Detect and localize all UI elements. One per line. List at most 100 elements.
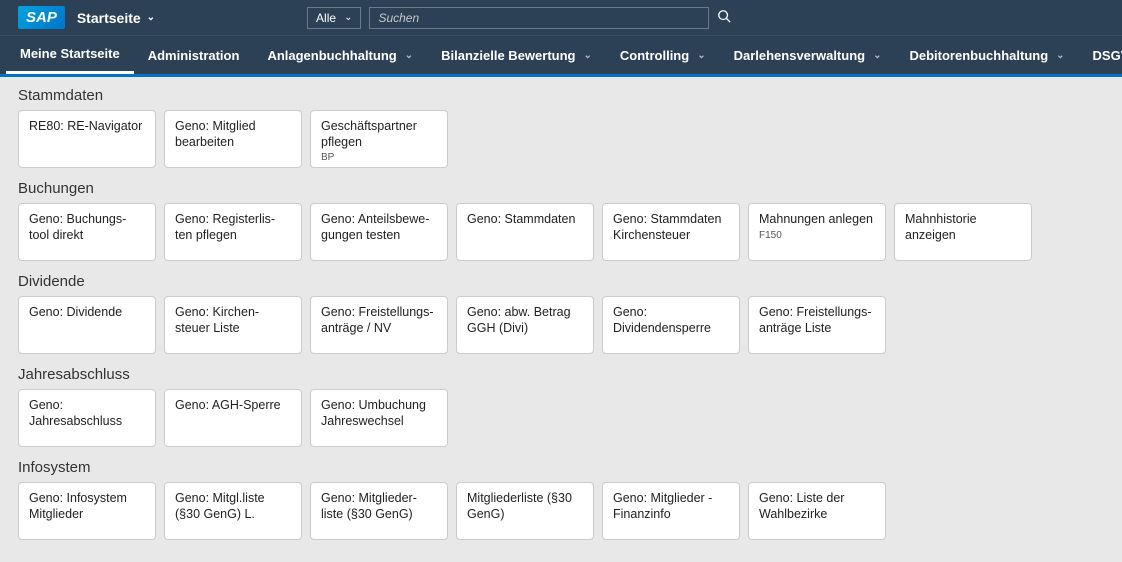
nav-item-label: Administration bbox=[148, 48, 240, 63]
main-nav: Meine Startseite Administration Anlagenbuc… bbox=[0, 35, 1122, 74]
tile[interactable]: Geno: Umbuchung Jahreswechsel bbox=[310, 389, 448, 447]
tile-title: Geno: abw. Betrag GGH (Divi) bbox=[467, 305, 583, 336]
section-title: Infosystem bbox=[18, 459, 1104, 476]
tile[interactable]: Mahnhistorie anzeigen bbox=[894, 203, 1032, 261]
tile[interactable]: Geno: Liste der Wahlbezirke bbox=[748, 482, 886, 540]
nav-item-5[interactable]: Darlehensverwaltung ⌄ bbox=[720, 38, 896, 73]
tile[interactable]: Geno: Registerlis-ten pflegen bbox=[164, 203, 302, 261]
section-title: Jahresabschluss bbox=[18, 366, 1104, 383]
nav-item-4[interactable]: Controlling ⌄ bbox=[606, 38, 720, 73]
tile[interactable]: Geno: Mitglied bearbeiten bbox=[164, 110, 302, 168]
tile[interactable]: Geno: Stammdaten bbox=[456, 203, 594, 261]
section-title: Buchungen bbox=[18, 180, 1104, 197]
home-button[interactable]: Startseite ⌄ bbox=[77, 10, 155, 26]
header-top: SAP Startseite ⌄ Alle ⌄ bbox=[0, 0, 1122, 35]
tile-group: RE80: RE-Navigator Geno: Mitglied bearbei… bbox=[18, 110, 1104, 168]
tile-title: Geno: Anteilsbewe-gungen testen bbox=[321, 212, 437, 243]
tile[interactable]: Geno: Infosystem Mitglieder bbox=[18, 482, 156, 540]
section-title: Dividende bbox=[18, 273, 1104, 290]
chevron-down-icon: ⌄ bbox=[147, 12, 155, 23]
chevron-down-icon: ⌄ bbox=[344, 12, 352, 23]
nav-item-label: Meine Startseite bbox=[20, 46, 120, 61]
tile-title: Geno: Registerlis-ten pflegen bbox=[175, 212, 291, 243]
tile[interactable]: Geno: Buchungs-tool direkt bbox=[18, 203, 156, 261]
section-2: Dividende Geno: Dividende Geno: Kirchen-st… bbox=[18, 273, 1104, 354]
tile[interactable]: Geno: Dividende bbox=[18, 296, 156, 354]
tile-title: Mitgliederliste (§30 GenG) bbox=[467, 491, 583, 522]
nav-item-label: Bilanzielle Bewertung bbox=[441, 48, 575, 63]
tile[interactable]: Mahnungen anlegen F150 bbox=[748, 203, 886, 261]
tile-title: Geno: Freistellungs-anträge / NV bbox=[321, 305, 437, 336]
home-label: Startseite bbox=[77, 10, 141, 26]
tile-title: Geschäftspartner pflegen bbox=[321, 119, 437, 150]
tile-title: Geno: Stammdaten bbox=[467, 212, 583, 228]
nav-item-label: Debitorenbuchhaltung bbox=[909, 48, 1048, 63]
chevron-down-icon: ⌄ bbox=[1056, 50, 1064, 61]
nav-item-6[interactable]: Debitorenbuchhaltung ⌄ bbox=[895, 38, 1078, 73]
tile[interactable]: Mitgliederliste (§30 GenG) bbox=[456, 482, 594, 540]
chevron-down-icon: ⌄ bbox=[873, 50, 881, 61]
tile[interactable]: Geno: abw. Betrag GGH (Divi) bbox=[456, 296, 594, 354]
tile[interactable]: Geschäftspartner pflegen BP bbox=[310, 110, 448, 168]
section-1: BuchungenGeno: Buchungs-tool direktGeno:… bbox=[18, 180, 1104, 261]
tile[interactable]: Geno: Freistellungs-anträge Liste bbox=[748, 296, 886, 354]
tile[interactable]: Geno: Mitglieder-liste (§30 GenG) bbox=[310, 482, 448, 540]
tile-title: Geno: Kirchen-steuer Liste bbox=[175, 305, 291, 336]
tile[interactable]: Geno: Jahresabschluss bbox=[18, 389, 156, 447]
sap-logo: SAP bbox=[18, 6, 65, 29]
section-title: Stammdaten bbox=[18, 87, 1104, 104]
app-header: SAP Startseite ⌄ Alle ⌄ Meine Startseite… bbox=[0, 0, 1122, 74]
tile-title: Geno: Mitglieder - Finanzinfo bbox=[613, 491, 729, 522]
tile-title: Geno: Mitgl.liste (§30 GenG) L. bbox=[175, 491, 291, 522]
nav-item-label: DSGVO bbox=[1093, 48, 1122, 63]
tile[interactable]: Geno: Freistellungs-anträge / NV bbox=[310, 296, 448, 354]
chevron-down-icon: ⌄ bbox=[405, 50, 413, 61]
tile[interactable]: Geno: Stammdaten Kirchensteuer bbox=[602, 203, 740, 261]
search-filter-label: Alle bbox=[316, 11, 336, 25]
tile-title: Geno: Jahresabschluss bbox=[29, 398, 145, 429]
tile-group: Geno: Infosystem Mitglieder Geno: Mitgl.l… bbox=[18, 482, 1104, 540]
tile-title: Geno: Stammdaten Kirchensteuer bbox=[613, 212, 729, 243]
tile-subtitle: BP bbox=[321, 152, 437, 163]
tile[interactable]: Geno: Anteilsbewe-gungen testen bbox=[310, 203, 448, 261]
tile-group: Geno: Jahresabschluss Geno: AGH-Sperre Gen… bbox=[18, 389, 1104, 447]
nav-item-label: Controlling bbox=[620, 48, 689, 63]
section-0: Stammdaten RE80: RE-Navigator Geno: Mitgli… bbox=[18, 87, 1104, 168]
chevron-down-icon: ⌄ bbox=[697, 50, 705, 61]
search-icon[interactable] bbox=[717, 9, 731, 26]
nav-item-2[interactable]: Anlagenbuchhaltung ⌄ bbox=[253, 38, 427, 73]
tile[interactable]: Geno: Mitgl.liste (§30 GenG) L. bbox=[164, 482, 302, 540]
section-3: JahresabschlussGeno: JahresabschlussGeno… bbox=[18, 366, 1104, 447]
tile-title: Geno: Liste der Wahlbezirke bbox=[759, 491, 875, 522]
tile[interactable]: Geno: Dividendensperre bbox=[602, 296, 740, 354]
nav-item-7[interactable]: DSGVO⌄ bbox=[1079, 38, 1122, 73]
tile-title: Geno: Dividendensperre bbox=[613, 305, 729, 336]
tile[interactable]: Geno: Kirchen-steuer Liste bbox=[164, 296, 302, 354]
nav-item-label: Darlehensverwaltung bbox=[734, 48, 866, 63]
nav-item-0[interactable]: Meine Startseite bbox=[6, 36, 134, 74]
tile-title: RE80: RE-Navigator bbox=[29, 119, 145, 135]
tile-title: Geno: Infosystem Mitglieder bbox=[29, 491, 145, 522]
search-area: Alle ⌄ bbox=[307, 7, 731, 29]
tile-subtitle: F150 bbox=[759, 230, 875, 241]
search-input[interactable] bbox=[369, 7, 709, 29]
tile-title: Geno: Umbuchung Jahreswechsel bbox=[321, 398, 437, 429]
tile-title: Geno: Freistellungs-anträge Liste bbox=[759, 305, 875, 336]
tile-title: Mahnhistorie anzeigen bbox=[905, 212, 1021, 243]
tile-title: Geno: Dividende bbox=[29, 305, 145, 321]
tile-title: Geno: Mitglieder-liste (§30 GenG) bbox=[321, 491, 437, 522]
tile[interactable]: Geno: Mitglieder - Finanzinfo bbox=[602, 482, 740, 540]
section-4: InfosystemGeno: Infosystem MitgliederGen… bbox=[18, 459, 1104, 540]
content-area: Stammdaten RE80: RE-Navigator Geno: Mitgli… bbox=[0, 77, 1122, 562]
tile-group: Geno: Dividende Geno: Kirchen-steuer List… bbox=[18, 296, 1104, 354]
tile-title: Geno: Mitglied bearbeiten bbox=[175, 119, 291, 150]
tile-title: Geno: AGH-Sperre bbox=[175, 398, 291, 414]
nav-item-label: Anlagenbuchhaltung bbox=[267, 48, 396, 63]
tile-title: Mahnungen anlegen bbox=[759, 212, 875, 228]
nav-item-3[interactable]: Bilanzielle Bewertung⌄ bbox=[427, 38, 606, 73]
tile[interactable]: Geno: AGH-Sperre bbox=[164, 389, 302, 447]
tile-group: Geno: Buchungs-tool direkt Geno: Register… bbox=[18, 203, 1104, 261]
search-filter-select[interactable]: Alle ⌄ bbox=[307, 7, 361, 29]
tile[interactable]: RE80: RE-Navigator bbox=[18, 110, 156, 168]
nav-item-1[interactable]: Administration bbox=[134, 38, 254, 73]
